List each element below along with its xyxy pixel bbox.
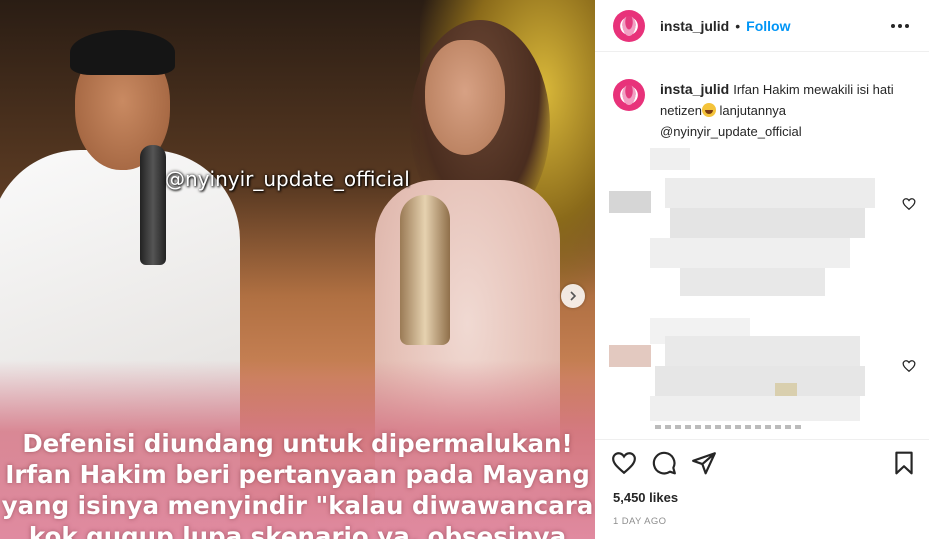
comment-like-heart-icon[interactable] <box>902 197 916 211</box>
bookmark-icon[interactable] <box>891 450 917 476</box>
blurred-comment <box>665 336 860 366</box>
comment-like-heart-icon[interactable] <box>902 359 916 373</box>
caption-avatar[interactable] <box>613 79 645 111</box>
likes-count[interactable]: 5,450 likes <box>613 490 678 505</box>
header-username[interactable]: insta_julid <box>660 18 729 34</box>
blurred-comment <box>650 148 690 170</box>
blurred-comment <box>680 268 825 296</box>
post-caption: insta_julid Irfan Hakim mewakili isi hati… <box>613 79 913 142</box>
separator-dot: • <box>735 17 741 34</box>
blurred-comment <box>650 238 850 268</box>
post-sidebar: insta_julid • Follow insta_julid Irfan Ha… <box>595 0 929 539</box>
watermark-text: @nyinyir_update_official <box>165 167 410 191</box>
woman-face <box>425 40 505 155</box>
more-options-icon[interactable] <box>891 18 911 34</box>
post-timestamp[interactable]: 1 DAY AGO <box>613 516 666 527</box>
avatar[interactable] <box>613 9 645 42</box>
share-icon[interactable] <box>691 450 717 476</box>
comments-area: insta_julid Irfan Hakim mewakili isi hati… <box>595 53 929 439</box>
overlay-caption: Defenisi diundang untuk dipermalukan! Ir… <box>0 428 595 539</box>
overlay-line: yang isinya menyindir "kalau diwawancara <box>1 491 594 520</box>
follow-button[interactable]: Follow <box>746 18 790 34</box>
post-actions: 5,450 likes 1 DAY AGO <box>595 439 929 539</box>
post-header: insta_julid • Follow <box>595 0 929 52</box>
man-hair <box>70 30 175 75</box>
microphone <box>140 145 166 265</box>
blurred-comment <box>670 208 865 238</box>
blurred-comment <box>650 396 860 421</box>
comment-icon[interactable] <box>651 450 677 476</box>
blurred-comment <box>655 366 865 396</box>
post-media: @nyinyir_update_official Defenisi diunda… <box>0 0 595 539</box>
trophy <box>400 195 450 345</box>
overlay-line: Irfan Hakim beri pertanyaan pada Mayang <box>5 460 590 489</box>
blurred-comment <box>665 178 875 208</box>
blurred-avatar <box>609 191 651 213</box>
grinning-sweat-emoji-icon <box>701 103 716 117</box>
overlay-line: kok gugup lupa skenario ya, obsesinya <box>28 522 567 539</box>
partial-comment-text <box>655 425 805 429</box>
caption-username[interactable]: insta_julid <box>660 81 729 97</box>
next-slide-button[interactable] <box>561 284 585 308</box>
caption-text: insta_julid Irfan Hakim mewakili isi hati… <box>660 79 913 142</box>
chevron-right-icon <box>570 291 577 301</box>
heart-icon[interactable] <box>611 450 637 476</box>
overlay-line: Defenisi diundang untuk dipermalukan! <box>22 429 573 458</box>
blurred-avatar <box>609 345 651 367</box>
